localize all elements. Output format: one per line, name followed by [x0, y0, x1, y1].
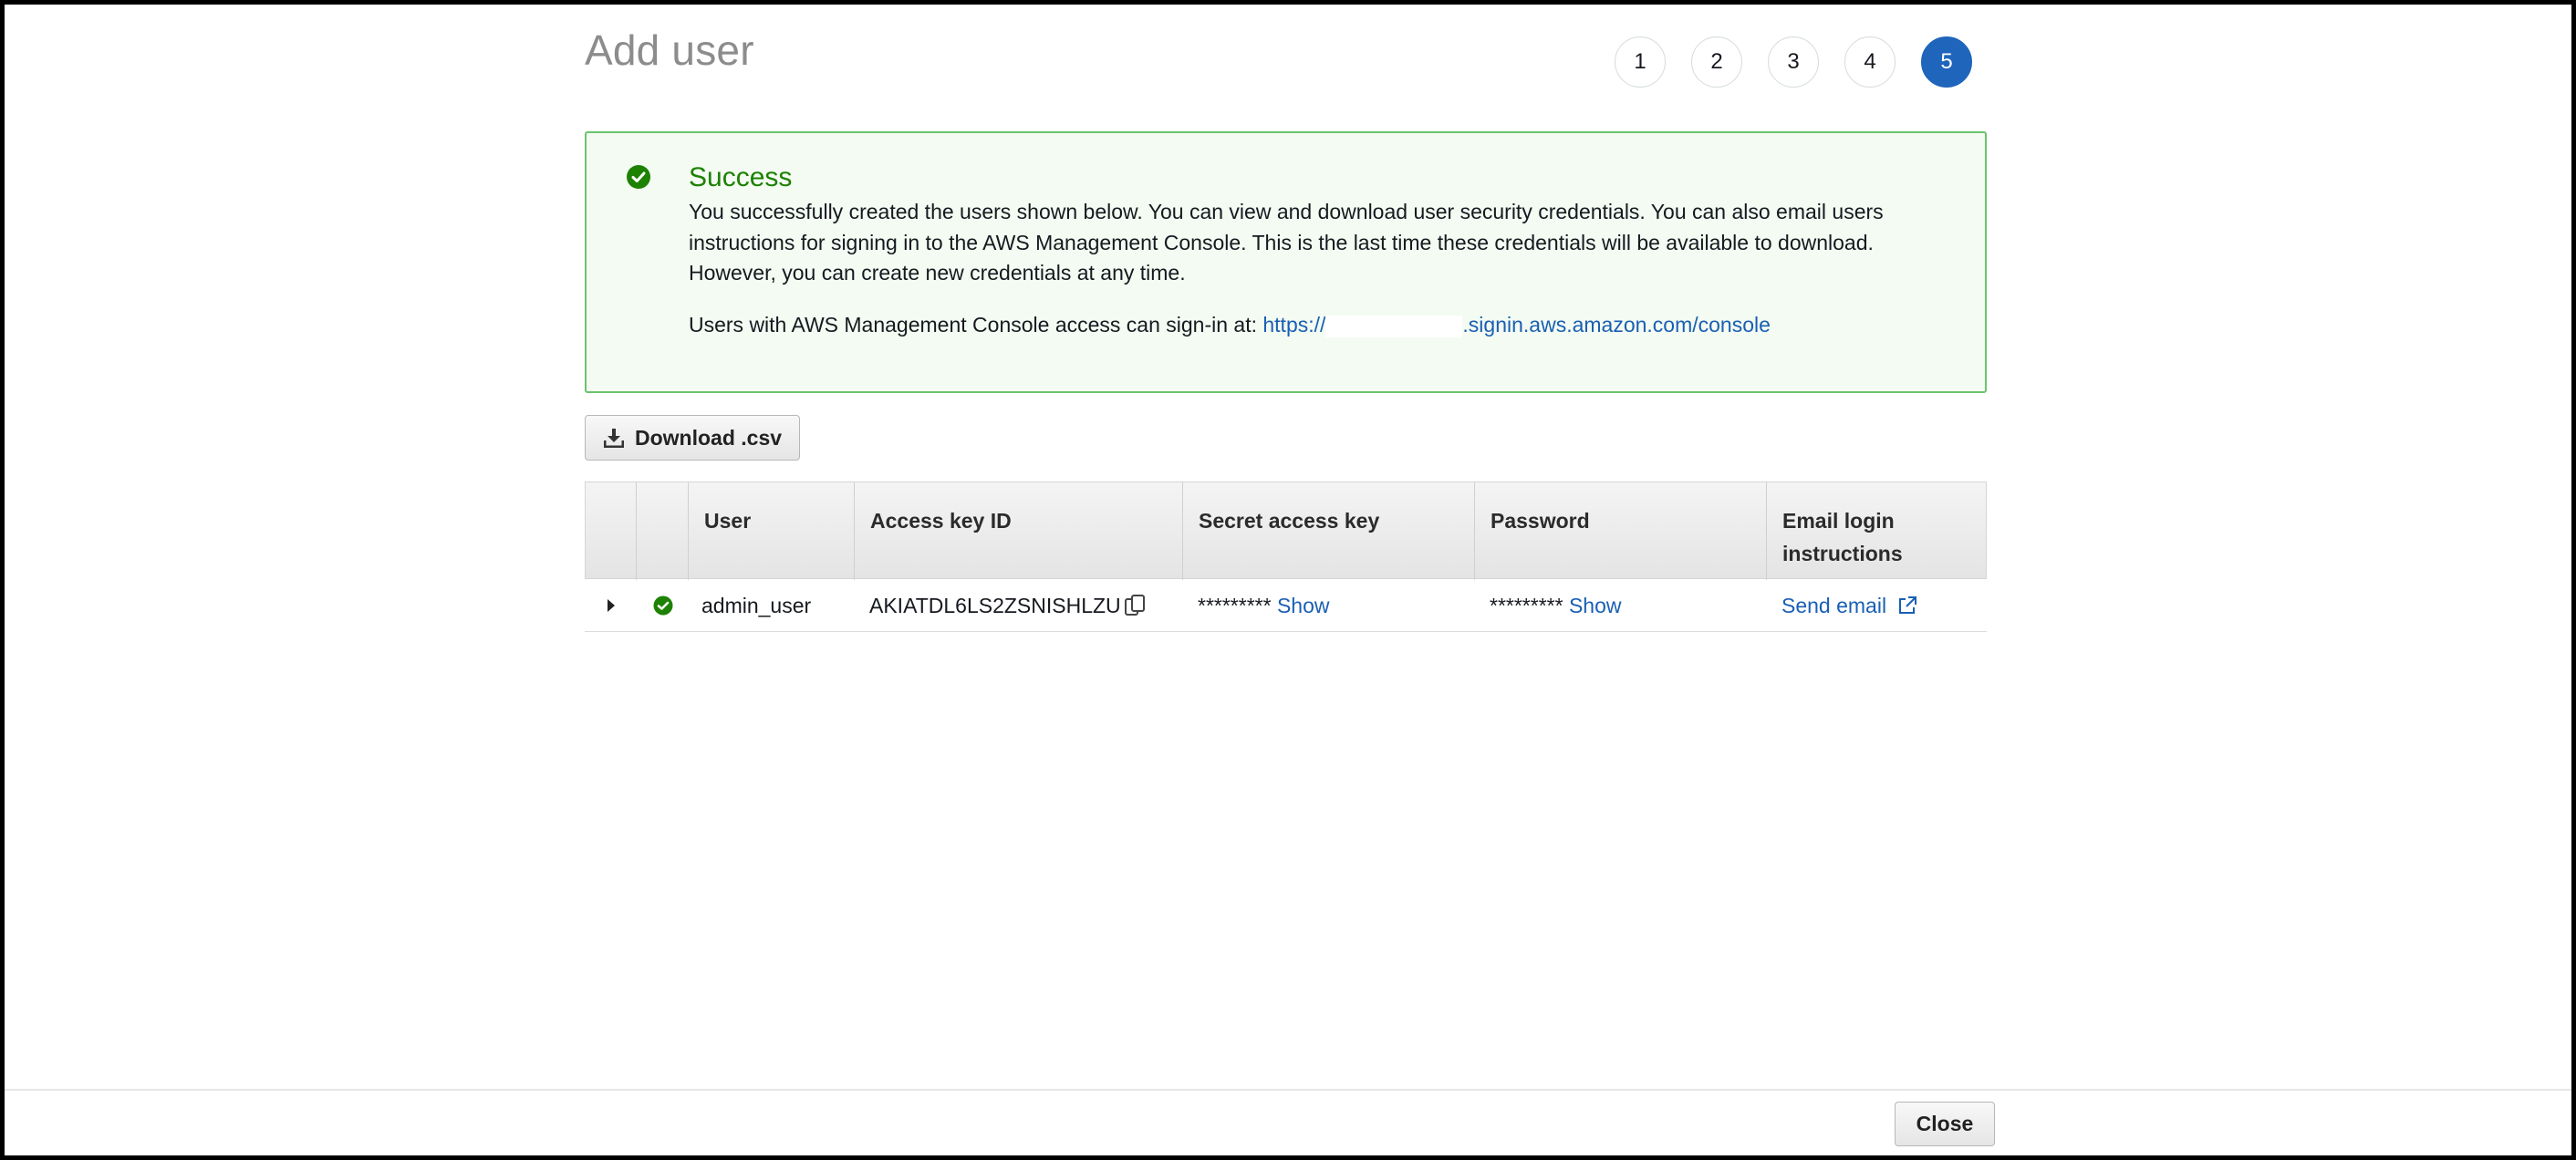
- download-icon: [604, 429, 624, 448]
- send-email-label: Send email: [1781, 594, 1887, 617]
- close-button[interactable]: Close: [1895, 1102, 1995, 1146]
- secret-mask: *********: [1198, 594, 1272, 617]
- success-message: You successfully created the users shown…: [689, 200, 1884, 285]
- column-divider: [688, 482, 689, 580]
- column-divider: [1182, 482, 1183, 580]
- header-password: Password: [1491, 509, 1590, 533]
- signin-url-link[interactable]: https:// .signin.aws.amazon.com/console: [1262, 313, 1771, 337]
- header-user: User: [704, 509, 752, 533]
- table-header: User Access key ID Secret access key Pas…: [585, 482, 1987, 580]
- show-secret-link[interactable]: Show: [1277, 594, 1330, 617]
- signin-prefix: Users with AWS Management Console access…: [689, 313, 1257, 337]
- signin-line: Users with AWS Management Console access…: [689, 310, 1771, 340]
- cell-secret-access-key: ********* Show: [1198, 592, 1330, 619]
- cell-email: Send email: [1781, 592, 1917, 619]
- copy-icon[interactable]: [1124, 594, 1148, 617]
- column-divider: [1474, 482, 1475, 580]
- header-email-line2: instructions: [1782, 542, 1903, 565]
- signin-url-start: https://: [1262, 313, 1326, 337]
- step-2[interactable]: 2: [1691, 36, 1742, 88]
- status-check-icon: [653, 596, 673, 616]
- send-email-link[interactable]: Send email: [1781, 594, 1886, 617]
- step-5-current[interactable]: 5: [1921, 36, 1972, 88]
- header-email-login-instructions: Email login instructions: [1782, 504, 1903, 570]
- column-divider: [854, 482, 855, 580]
- expand-caret-icon[interactable]: [606, 597, 617, 614]
- external-link-icon[interactable]: [1897, 596, 1917, 616]
- page-title: Add user: [585, 26, 754, 74]
- check-circle-icon: [627, 165, 650, 189]
- step-3[interactable]: 3: [1768, 36, 1819, 88]
- cell-user: admin_user: [701, 594, 812, 617]
- column-divider: [1766, 482, 1767, 580]
- cell-access-key-id: AKIATDL6LS2ZSNISHLZU: [869, 594, 1121, 617]
- header-access-key-id: Access key ID: [870, 509, 1012, 533]
- header-secret-access-key: Secret access key: [1199, 509, 1380, 533]
- table-row: admin_user AKIATDL6LS2ZSNISHLZU ********…: [585, 579, 1987, 632]
- footer-divider: [5, 1089, 2571, 1091]
- signin-url-end: .signin.aws.amazon.com/console: [1462, 313, 1771, 337]
- show-password-link[interactable]: Show: [1569, 594, 1622, 617]
- step-1[interactable]: 1: [1615, 36, 1666, 88]
- download-csv-button[interactable]: Download .csv: [585, 415, 800, 461]
- column-divider: [636, 482, 637, 580]
- cell-password: ********* Show: [1490, 592, 1622, 619]
- redacted-account-id: [1325, 315, 1463, 337]
- success-title: Success: [689, 162, 793, 192]
- download-csv-label: Download .csv: [635, 425, 783, 450]
- header-email-line1: Email login: [1782, 509, 1895, 533]
- step-4[interactable]: 4: [1844, 36, 1896, 88]
- password-mask: *********: [1490, 594, 1563, 617]
